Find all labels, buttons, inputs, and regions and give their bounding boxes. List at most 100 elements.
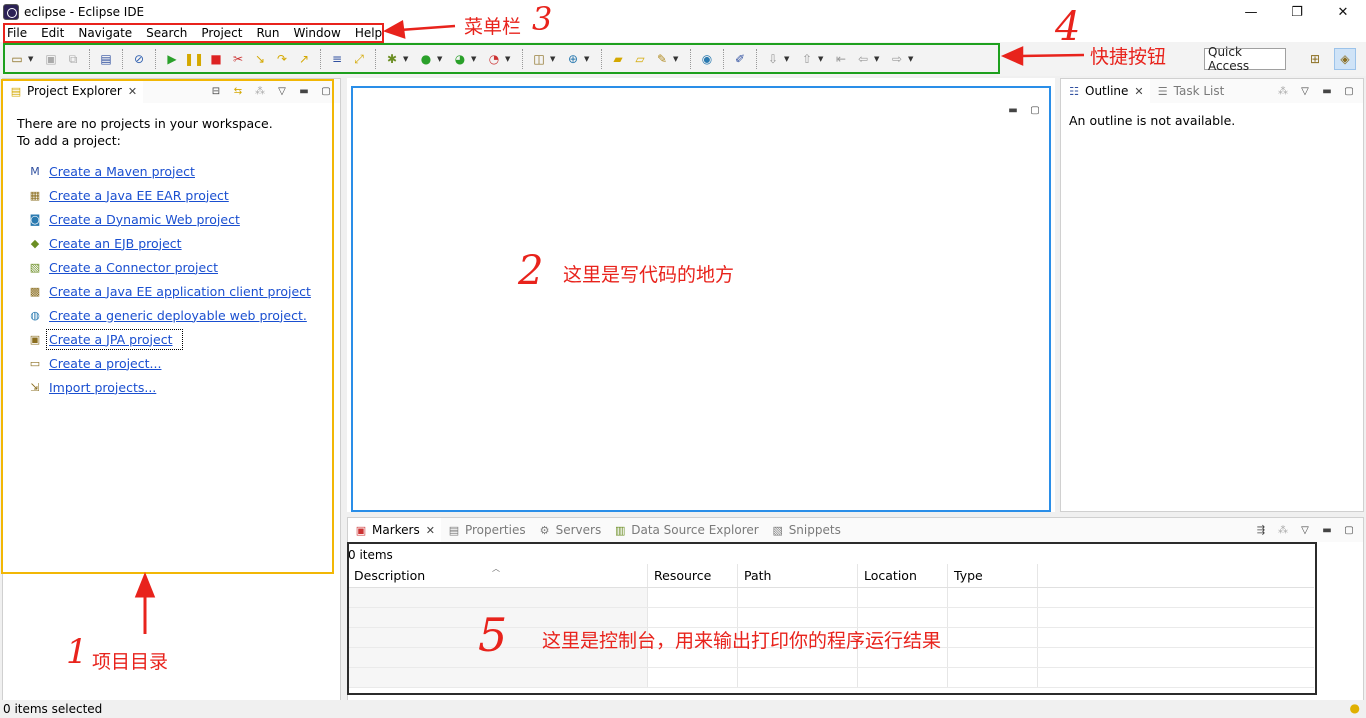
close-icon[interactable]: ✕ [128, 85, 137, 98]
tab-markers[interactable]: ▣ Markers ✕ [348, 518, 441, 542]
open-perspective-icon[interactable]: ⊞ [1304, 48, 1326, 70]
drop-to-frame-icon[interactable]: ⤢ [350, 50, 368, 68]
open-type-icon[interactable]: ▰ [609, 50, 627, 68]
run-server-icon[interactable]: ◕ [451, 50, 469, 68]
column-description[interactable]: Description ︿ [348, 564, 648, 587]
link-create-connector-project[interactable]: ▧ Create a Connector project [27, 255, 311, 279]
new-class-icon[interactable]: ⊕ [564, 50, 582, 68]
filter-icon[interactable]: ⁂ [1275, 83, 1291, 99]
minimize-button[interactable]: — [1228, 0, 1274, 24]
link-create-jpa-project[interactable]: ▣ Create a JPA project [27, 327, 311, 351]
link-label[interactable]: Create a Maven project [49, 164, 195, 179]
link-create-deployable-web-project[interactable]: ◍ Create a generic deployable web project… [27, 303, 311, 327]
terminate-icon[interactable]: ■ [207, 50, 225, 68]
run-dropdown-icon[interactable]: ▼ [437, 55, 445, 63]
menu-file[interactable]: File [0, 26, 34, 40]
forward-dropdown-icon[interactable]: ▼ [908, 55, 916, 63]
new-class-dropdown-icon[interactable]: ▼ [584, 55, 592, 63]
tab-servers[interactable]: ⚙ Servers [532, 518, 608, 542]
lightbulb-icon[interactable]: ● [1350, 701, 1360, 715]
menu-window[interactable]: Window [286, 26, 347, 40]
back-icon[interactable]: ⇦ [854, 50, 872, 68]
tab-snippets[interactable]: ▧ Snippets [765, 518, 847, 542]
open-task-icon[interactable]: ▱ [631, 50, 649, 68]
link-create-ejb-project[interactable]: ◆ Create an EJB project [27, 231, 311, 255]
minimize-view-icon[interactable]: ▬ [296, 83, 312, 99]
close-button[interactable]: ✕ [1320, 0, 1366, 24]
column-path[interactable]: Path [738, 564, 858, 587]
link-label[interactable]: Create a Dynamic Web project [49, 212, 240, 227]
link-create-ear-project[interactable]: ▦ Create a Java EE EAR project [27, 183, 311, 207]
new-java-project-icon[interactable]: ◫ [530, 50, 548, 68]
link-create-maven-project[interactable]: M Create a Maven project [27, 159, 311, 183]
save-icon[interactable]: ▣ [42, 50, 60, 68]
previous-annotation-dropdown-icon[interactable]: ▼ [818, 55, 826, 63]
run-server-dropdown-icon[interactable]: ▼ [471, 55, 479, 63]
filter-icon[interactable]: ⁂ [1275, 522, 1291, 538]
tab-outline[interactable]: ☷ Outline ✕ [1061, 79, 1150, 103]
link-label[interactable]: Create a Connector project [49, 260, 218, 275]
open-console-icon[interactable]: ▤ [97, 50, 115, 68]
menu-edit[interactable]: Edit [34, 26, 71, 40]
save-all-icon[interactable]: ⧉ [64, 50, 82, 68]
quick-access-input[interactable]: Quick Access [1204, 45, 1286, 73]
link-create-dynamic-web-project[interactable]: ◙ Create a Dynamic Web project [27, 207, 311, 231]
menu-navigate[interactable]: Navigate [71, 26, 139, 40]
link-label[interactable]: Create a Java EE EAR project [49, 188, 229, 203]
link-create-project[interactable]: ▭ Create a project... [27, 351, 311, 375]
new-dropdown-icon[interactable]: ▼ [28, 55, 36, 63]
disconnect-icon[interactable]: ✂ [229, 50, 247, 68]
use-step-filters-icon[interactable]: ≡ [328, 50, 346, 68]
menu-help[interactable]: Help [348, 26, 389, 40]
editor-area[interactable]: ▬ ▢ [347, 78, 1055, 512]
tab-task-list[interactable]: ☰ Task List [1150, 79, 1231, 103]
minimize-view-icon[interactable]: ▬ [1319, 522, 1335, 538]
resume-icon[interactable]: ▶ [163, 50, 181, 68]
link-create-app-client-project[interactable]: ▩ Create a Java EE application client pro… [27, 279, 311, 303]
close-icon[interactable]: ✕ [1134, 85, 1143, 98]
minimize-view-icon[interactable]: ▬ [1319, 83, 1335, 99]
maximize-view-icon[interactable]: ▢ [1341, 522, 1357, 538]
link-with-editor-icon[interactable]: ⇆ [230, 83, 246, 99]
external-tools-dropdown-icon[interactable]: ▼ [505, 55, 513, 63]
new-java-project-dropdown-icon[interactable]: ▼ [550, 55, 558, 63]
debug-icon[interactable]: ✱ [383, 50, 401, 68]
view-menu-icon[interactable]: ▽ [1297, 522, 1313, 538]
last-edit-location-icon[interactable]: ⇤ [832, 50, 850, 68]
step-return-icon[interactable]: ↗ [295, 50, 313, 68]
column-resource[interactable]: Resource [648, 564, 738, 587]
run-icon[interactable]: ● [417, 50, 435, 68]
suspend-icon[interactable]: ❚❚ [184, 50, 204, 68]
search-icon[interactable]: ✎ [653, 50, 671, 68]
link-label[interactable]: Create a generic deployable web project. [49, 308, 307, 323]
link-label[interactable]: Create a Java EE application client proj… [49, 284, 311, 299]
collapse-all-icon[interactable]: ⊟ [208, 83, 224, 99]
new-icon[interactable]: ▭ [8, 50, 26, 68]
restore-button[interactable]: ❐ [1274, 0, 1320, 24]
view-menu-icon[interactable]: ▽ [1297, 83, 1313, 99]
minimize-view-icon[interactable]: ▬ [1005, 102, 1021, 118]
link-import-projects[interactable]: ⇲ Import projects... [27, 375, 311, 399]
step-over-icon[interactable]: ↷ [273, 50, 291, 68]
tab-properties[interactable]: ▤ Properties [441, 518, 532, 542]
maximize-view-icon[interactable]: ▢ [318, 83, 334, 99]
column-location[interactable]: Location [858, 564, 948, 587]
java-ee-perspective-icon[interactable]: ◈ [1334, 48, 1356, 70]
search-dropdown-icon[interactable]: ▼ [673, 55, 681, 63]
skip-breakpoints-icon[interactable]: ⊘ [130, 50, 148, 68]
external-tools-icon[interactable]: ◔ [485, 50, 503, 68]
configure-contents-icon[interactable]: ⇶ [1253, 522, 1269, 538]
next-annotation-icon[interactable]: ⇩ [764, 50, 782, 68]
forward-icon[interactable]: ⇨ [888, 50, 906, 68]
close-icon[interactable]: ✕ [426, 524, 435, 537]
link-label[interactable]: Create an EJB project [49, 236, 182, 251]
filter-icon[interactable]: ⁂ [252, 83, 268, 99]
link-label[interactable]: Import projects... [49, 380, 156, 395]
toggle-annotation-icon[interactable]: ✐ [731, 50, 749, 68]
link-label[interactable]: Create a project... [49, 356, 161, 371]
column-type[interactable]: Type [948, 564, 1038, 587]
back-dropdown-icon[interactable]: ▼ [874, 55, 882, 63]
debug-dropdown-icon[interactable]: ▼ [403, 55, 411, 63]
link-label[interactable]: Create a JPA project [45, 328, 184, 350]
step-into-icon[interactable]: ↘ [251, 50, 269, 68]
